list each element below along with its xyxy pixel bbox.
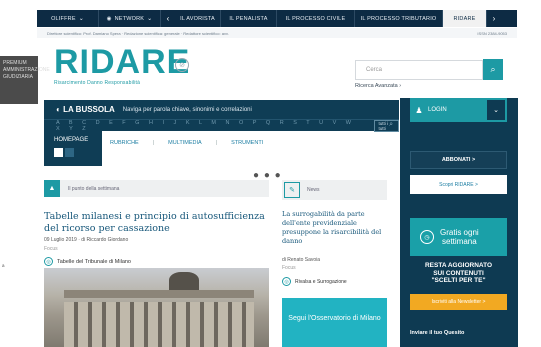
nav-il-penalista[interactable]: IL PENALISTA (221, 10, 277, 27)
article-photo[interactable] (44, 268, 269, 347)
advanced-search-link[interactable]: Ricerca Avanzata › (355, 83, 401, 89)
article-category-header: ▲ Il punto della settimana (44, 180, 269, 197)
nav-network[interactable]: ◉ NETWORK ⌄ (99, 10, 161, 27)
news-title[interactable]: La surrogabilità da parte dell'ente prev… (282, 210, 387, 246)
list-view-icon[interactable] (65, 148, 74, 157)
logo[interactable]: RIDARE Risarcimento Danno Responsabilità (54, 43, 191, 86)
globe-icon: ◉ (106, 15, 112, 22)
chart-icon: ▲ (44, 180, 60, 197)
editorial-info: Direttore scientifico: Prof. Damiano Spe… (47, 30, 229, 36)
photo-roof (64, 290, 254, 298)
alphabet-letters[interactable]: A B C D E F G H I J K L M N O P Q R S T … (56, 120, 366, 132)
tag-icon: ◎ (44, 257, 53, 266)
compass-icon: ◐ (56, 105, 61, 114)
page: OLIFFRE ⌄ ◉ NETWORK ⌄ ‹ IL AVORISTA IL PENA… (0, 0, 541, 347)
homepage-tab[interactable]: HOMEPAGE (44, 131, 102, 166)
divider: | (152, 140, 155, 146)
nav-oliffre[interactable]: OLIFFRE ⌄ (37, 10, 99, 27)
divider: | (215, 140, 218, 146)
search-icon: ⌕ (490, 64, 496, 74)
user-icon: ♟ (415, 105, 423, 115)
all-letters-button[interactable]: tutti i tutti (374, 119, 399, 132)
article-meta: 09 Luglio 2019 · di Riccardo Giordano (44, 237, 129, 243)
bussola-brand[interactable]: ◐ LA BUSSOLA (56, 105, 115, 114)
search-input[interactable]: Cerca (355, 60, 483, 80)
clock-icon: ◷ (420, 230, 434, 244)
news-category: Focus (282, 265, 296, 271)
subnav: Direttore scientifico: Prof. Damiano Spe… (37, 28, 517, 38)
discover-button[interactable]: Scopri RIDARE > (410, 175, 507, 194)
newsletter-promo: RESTA AGGIORNATO SUI CONTENUTI "SCELTI P… (424, 262, 493, 284)
osservatorio-box[interactable]: Segui l'Osservatorio di Milano (282, 298, 387, 347)
article-category: Focus (44, 246, 58, 252)
photo-statue (169, 272, 199, 292)
login-button[interactable]: ♟ LOGIN ⌄ (410, 98, 507, 122)
subscribe-button[interactable]: ABBONATI > (410, 151, 507, 169)
chevron-down-icon: ⌄ (78, 16, 84, 22)
nav-il-processo-civile[interactable]: IL PROCESSO CIVILE (277, 10, 355, 27)
article-title[interactable]: Tabelle milanesi e principio di autosuff… (44, 211, 269, 235)
send-question-link[interactable]: Inviare il tuo Quesito (410, 330, 507, 336)
chevron-down-icon[interactable]: ⌄ (487, 100, 505, 120)
nav-il-lavorista[interactable]: IL AVORISTA (175, 10, 221, 27)
tab-multimedia[interactable]: MULTIMEDIA (168, 140, 202, 146)
compass-icon: ⊘ (175, 58, 189, 72)
issn: ISSN 2384-9053 (477, 30, 507, 36)
tab-strumenti[interactable]: STRUMENTI (231, 140, 263, 146)
photo-columns (64, 302, 254, 347)
article-category-label: Il punto della settimana (68, 185, 120, 192)
homepage-label: HOMEPAGE (54, 137, 89, 143)
nav-il-processo-tributario[interactable]: IL PROCESSO TRIBUTARIO (355, 10, 443, 27)
nav-next-arrow[interactable]: › (487, 10, 501, 27)
section-tabs: RUBRICHE | MULTIMEDIA | STRUMENTI (110, 140, 263, 146)
bussola-subtitle: Naviga per parola chiave, sinonimi e cor… (122, 106, 252, 113)
edit-icon: ✎ (284, 182, 300, 198)
nav-ridare[interactable]: RIDARE (443, 10, 487, 27)
bussola-bar: ◐ LA BUSSOLA Naviga per parola chiave, s… (44, 100, 399, 119)
tag-icon: ◎ (282, 277, 291, 286)
chevron-down-icon: ⌄ (147, 16, 153, 22)
search-icon[interactable]: ⌕ (389, 121, 393, 129)
tab-rubriche[interactable]: RUBRICHE (110, 140, 139, 146)
nav-prev-arrow[interactable]: ‹ (161, 10, 175, 27)
side-text: a (2, 263, 5, 268)
grid-view-icon[interactable] (54, 148, 63, 157)
free-weekly-banner[interactable]: ◷ Gratis ogni settimana (410, 218, 507, 256)
left-strip[interactable]: PREMIUM AMMINISTRAZIONE GIUDIZIARIA (0, 56, 50, 104)
view-toggle (54, 148, 102, 157)
newsletter-button[interactable]: Iscriviti alla Newsletter > (410, 294, 507, 310)
top-nav: OLIFFRE ⌄ ◉ NETWORK ⌄ ‹ IL AVORISTA IL PENA… (37, 10, 517, 27)
news-tag[interactable]: ◎ Rivalsa e Surrogazione (282, 277, 347, 286)
search-button[interactable]: ⌕ (483, 59, 503, 80)
alphabet-index[interactable]: A B C D E F G H I J K L M N O P Q R S T … (44, 119, 399, 132)
article-tag[interactable]: ◎ Tabelle del Tribunale di Milano (44, 257, 131, 266)
news-header: ✎ News (282, 180, 387, 200)
logo-word: RIDARE (54, 43, 191, 81)
news-meta: di Renato Savoia (282, 257, 321, 263)
news-label: News (307, 187, 320, 193)
